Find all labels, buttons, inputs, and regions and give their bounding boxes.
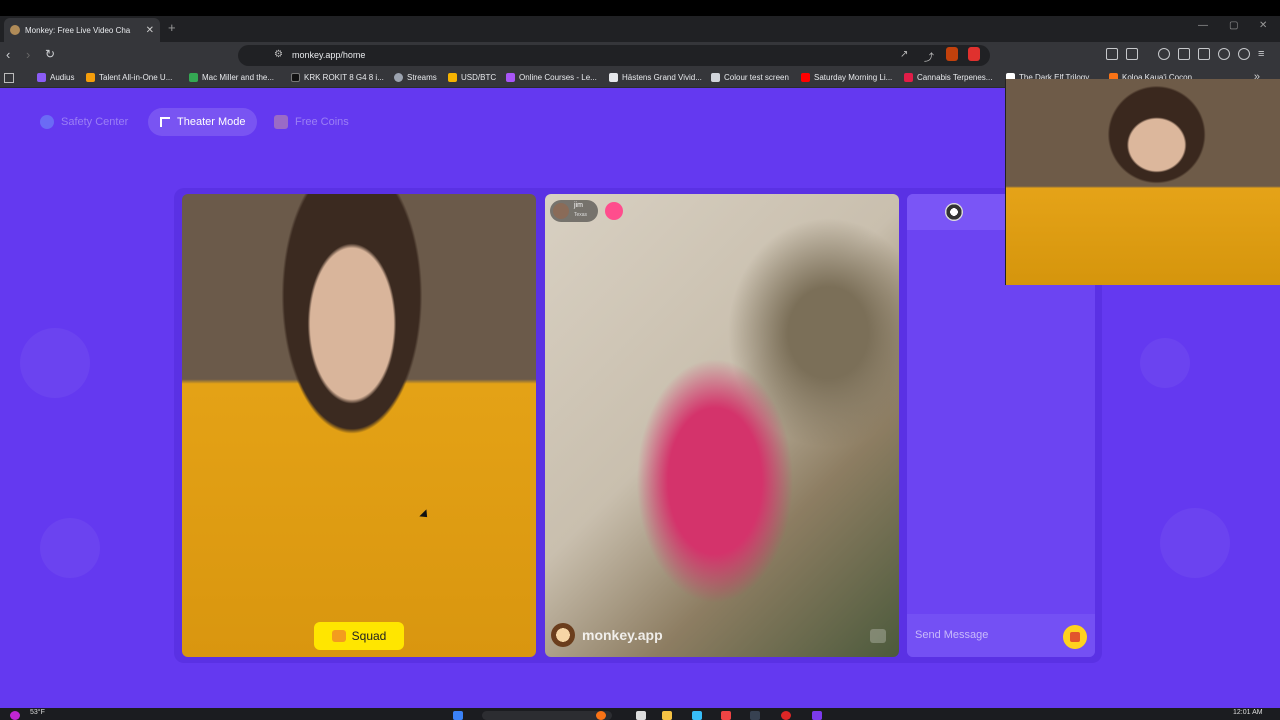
monkey-favicon-icon <box>10 25 20 35</box>
bookmark-item[interactable]: Talent All-in-One U... <box>86 73 172 82</box>
monkey-watermark: monkey.app <box>551 623 663 647</box>
safety-center-button[interactable]: Safety Center <box>28 108 140 136</box>
background-decoration <box>40 518 100 578</box>
coins-icon <box>274 115 288 129</box>
app-taskbar-icon[interactable] <box>812 711 822 720</box>
brave-rewards-icon[interactable] <box>968 47 980 61</box>
window-close-icon[interactable]: ✕ <box>1259 20 1267 31</box>
bookmark-favicon-icon <box>86 73 95 82</box>
bookmark-favicon-icon <box>291 73 300 82</box>
search-highlight-icon <box>596 711 606 720</box>
leo-ai-icon[interactable] <box>1218 48 1230 60</box>
squad-icon <box>331 630 346 642</box>
weather-temp: 53°F <box>30 709 45 716</box>
skip-icon[interactable] <box>870 629 886 643</box>
shield-icon <box>40 115 54 129</box>
bookmark-item[interactable]: Colour test screen <box>711 73 789 82</box>
theater-mode-icon <box>160 117 170 127</box>
task-view-icon[interactable] <box>636 711 646 720</box>
open-external-icon[interactable]: ↗ <box>900 49 908 60</box>
address-bar-row: ‹ › ↻ ☐ ⚙ monkey.app/home ↗ ⤴ ≡ <box>0 42 1280 69</box>
squad-label: Squad <box>351 629 387 643</box>
screen-top-edge <box>0 0 1280 16</box>
wallet-icon[interactable] <box>1126 48 1138 60</box>
sidebar-icon[interactable] <box>1178 48 1190 60</box>
tabs-icon[interactable] <box>1198 48 1210 60</box>
weather-icon <box>10 711 20 720</box>
partner-chip-avatar <box>553 203 569 219</box>
bookmark-item[interactable]: Cannabis Terpenes... <box>904 73 992 82</box>
safety-center-label: Safety Center <box>61 116 129 128</box>
search-box[interactable] <box>482 711 612 720</box>
squad-button[interactable]: Squad <box>314 622 404 650</box>
bookmark-favicon-icon <box>609 73 618 82</box>
streams-globe-icon <box>394 73 403 82</box>
tab-title: Monkey: Free Live Video Cha <box>25 25 131 35</box>
bookmark-favicon-icon <box>711 73 720 82</box>
background-decoration <box>20 328 90 398</box>
browser-tabstrip: Monkey: Free Live Video Cha ✕ + — ▢ ✕ <box>0 16 1280 42</box>
browser-tab[interactable]: Monkey: Free Live Video Cha ✕ <box>4 18 160 42</box>
file-explorer-icon[interactable] <box>662 711 672 720</box>
new-tab-icon[interactable]: + <box>168 20 176 35</box>
bookmark-item[interactable]: Saturday Morning Li... <box>801 73 892 82</box>
maximize-icon[interactable]: ▢ <box>1229 20 1238 31</box>
partner-avatar[interactable] <box>945 203 963 221</box>
bookmark-item[interactable]: Hästens Grand Vivid... <box>609 73 702 82</box>
free-coins-button[interactable]: Free Coins <box>262 108 361 136</box>
monkey-logo-icon <box>551 623 575 647</box>
background-decoration <box>1160 508 1230 578</box>
close-tab-icon[interactable]: ✕ <box>146 25 154 36</box>
bookmark-item[interactable]: USD/BTC <box>448 73 496 82</box>
partner-info-chip[interactable]: jim Texas <box>550 200 598 222</box>
free-coins-label: Free Coins <box>295 116 349 128</box>
theater-mode-button[interactable]: Theater Mode <box>148 108 258 136</box>
brave-taskbar-icon[interactable] <box>721 711 731 720</box>
windows-taskbar: 53°F 12:01 AM <box>0 708 1280 720</box>
watermark-text: monkey.app <box>582 627 663 643</box>
gift-button[interactable] <box>1063 625 1087 649</box>
theater-mode-label: Theater Mode <box>177 116 246 128</box>
bookmark-item[interactable]: Audius <box>37 73 74 82</box>
bookmark-favicon-icon <box>506 73 515 82</box>
app-taskbar-icon[interactable] <box>750 711 760 720</box>
minimize-icon[interactable]: — <box>1198 20 1208 31</box>
bookmark-item[interactable]: Online Courses - Le... <box>506 73 597 82</box>
clock: 12:01 AM <box>1233 709 1263 716</box>
add-friend-badge-icon[interactable] <box>605 202 623 220</box>
partner-location: Texas <box>574 212 588 218</box>
forward-icon[interactable]: › <box>26 47 30 62</box>
send-message-input[interactable]: Send Message <box>915 629 988 641</box>
bookmark-item[interactable]: Streams <box>394 73 437 82</box>
chat-input-bar[interactable]: Send Message <box>907 614 1095 657</box>
remote-video-feed <box>545 194 899 657</box>
back-icon[interactable]: ‹ <box>6 47 10 62</box>
webcam-overlay <box>1005 79 1280 285</box>
partner-name: jim <box>574 202 583 209</box>
menu-icon[interactable]: ≡ <box>1258 48 1264 60</box>
apps-grid-icon[interactable] <box>4 73 14 83</box>
calendar-icon[interactable] <box>692 711 702 720</box>
local-video-feed <box>182 194 536 657</box>
background-decoration <box>1140 338 1190 388</box>
site-info-icon[interactable]: ⚙ <box>274 49 283 60</box>
bookmark-favicon-icon <box>448 73 457 82</box>
media-icon[interactable] <box>1158 48 1170 60</box>
url-text: monkey.app/home <box>292 50 366 60</box>
youtube-icon <box>801 73 810 82</box>
bookmark-favicon-icon <box>37 73 46 82</box>
brave-shield-icon[interactable] <box>946 47 958 61</box>
bookmark-favicon-icon <box>189 73 198 82</box>
bookmark-item[interactable]: KRK ROKIT 8 G4 8 i... <box>291 73 384 82</box>
share-icon[interactable]: ⤴ <box>924 49 934 64</box>
app-taskbar-icon[interactable] <box>781 711 791 720</box>
reload-icon[interactable]: ↻ <box>45 47 55 61</box>
vpn-shield-icon[interactable] <box>1238 48 1250 60</box>
bookmark-favicon-icon <box>904 73 913 82</box>
bookmark-item[interactable]: Mac Miller and the... <box>189 73 274 82</box>
extension-icon[interactable] <box>1106 48 1118 60</box>
start-icon[interactable] <box>453 711 463 720</box>
gift-icon <box>1070 632 1080 642</box>
omnibox[interactable]: ⚙ monkey.app/home ↗ ⤴ <box>238 45 990 66</box>
